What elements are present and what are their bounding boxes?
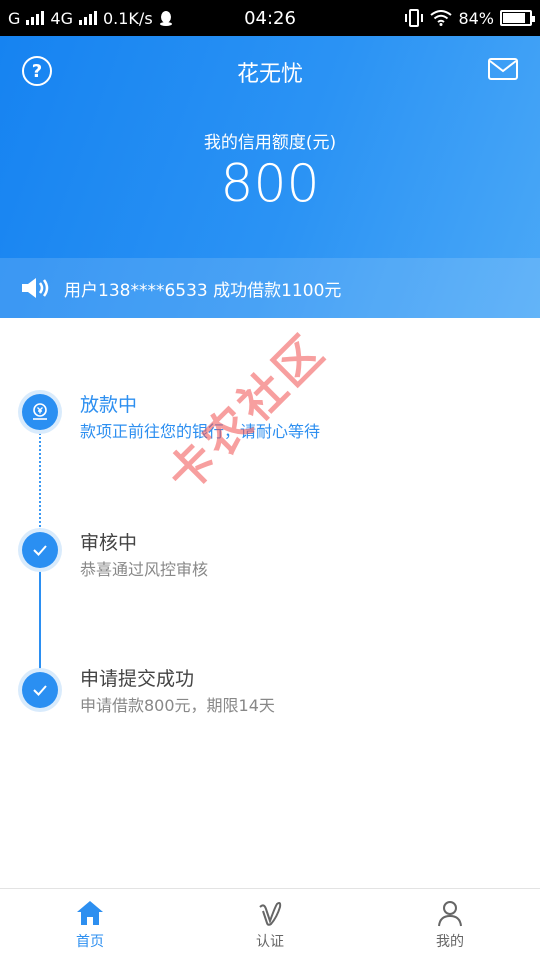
money-icon — [22, 394, 58, 430]
home-icon — [77, 900, 103, 925]
tab-label: 我的 — [436, 933, 464, 950]
tab-label: 认证 — [256, 933, 284, 950]
credit-value: 800 — [220, 154, 320, 214]
page-title: 花无忧 — [236, 62, 303, 87]
status-right: 84% — [404, 8, 535, 28]
signal-icon-2 — [78, 11, 97, 25]
verify-icon — [259, 901, 282, 926]
profile-icon — [438, 900, 462, 926]
tab-profile[interactable]: 我的 — [360, 889, 540, 960]
notice-bar[interactable]: 用户138****6533 成功借款1100元 — [0, 258, 540, 318]
tab-bar: 首页 认证 我的 — [0, 888, 540, 960]
network-label: 4G — [50, 8, 73, 28]
step-title: 审核中 — [80, 532, 138, 554]
battery-percent: 84% — [458, 8, 494, 28]
status-bar: G 4G 0.1K/s 04:26 84% — [0, 0, 540, 36]
network-speed: 0.1K/s — [102, 8, 153, 28]
step-desc: 恭喜通过风控审核 — [80, 560, 209, 579]
tab-label: 首页 — [76, 933, 104, 950]
timeline-connector-solid — [39, 568, 41, 688]
vibrate-icon — [405, 9, 424, 27]
step-title: 放款中 — [80, 394, 138, 416]
carrier-label: G — [8, 8, 21, 28]
wifi-icon — [430, 10, 453, 26]
qq-notification-icon — [159, 11, 172, 26]
loan-progress-timeline: 放款中 款项正前往您的银行，请耐心等待 审核中 恭喜通过风控审核 申请提交成功 … — [0, 318, 540, 888]
battery-icon — [500, 10, 535, 26]
tab-verify[interactable]: 认证 — [180, 889, 360, 960]
step-desc: 款项正前往您的银行，请耐心等待 — [80, 422, 321, 441]
check-icon — [22, 672, 58, 708]
speaker-icon — [22, 278, 49, 298]
step-title: 申请提交成功 — [80, 668, 195, 690]
timeline-connector-dotted — [39, 426, 41, 530]
signal-icon — [26, 11, 45, 25]
status-left: G 4G 0.1K/s — [8, 9, 173, 28]
notice-text: 用户138****6533 成功借款1100元 — [64, 280, 342, 301]
check-icon — [22, 532, 58, 568]
mail-icon[interactable] — [488, 58, 518, 80]
credit-label: 我的信用额度(元) — [203, 133, 337, 153]
step-desc: 申请借款800元，期限14天 — [80, 696, 275, 715]
header: ? 花无忧 我的信用额度(元) 800 用户138****6533 成功借款11… — [0, 36, 540, 318]
tab-home[interactable]: 首页 — [0, 889, 180, 960]
